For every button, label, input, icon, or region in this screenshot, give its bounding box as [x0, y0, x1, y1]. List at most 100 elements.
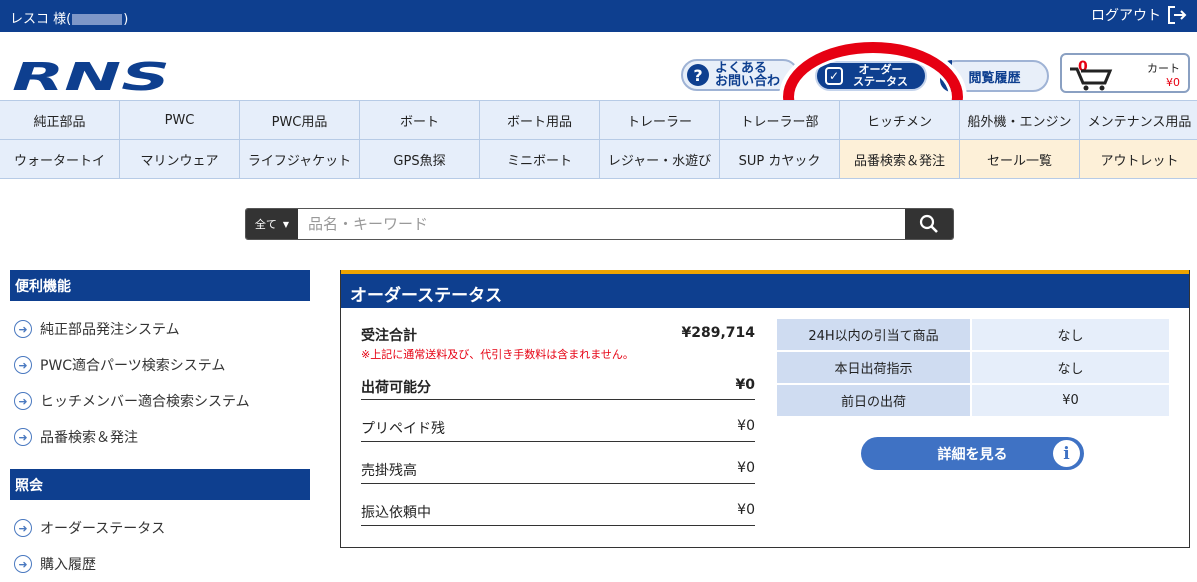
nav-item[interactable]: SUP カヤック	[720, 140, 840, 179]
divider	[361, 525, 755, 526]
question-icon: ?	[687, 64, 709, 86]
balance-label: 振込依頼中	[361, 505, 431, 521]
logout-label: ログアウト	[1091, 8, 1161, 24]
balance-value: ¥0	[737, 460, 755, 476]
balance-row: プリペイド残 ¥0	[361, 418, 755, 438]
user-label: レスコ 様()	[10, 8, 128, 27]
table-value: ¥0	[972, 385, 1169, 416]
divider	[361, 399, 755, 400]
balance-row: 振込依頼中 ¥0	[361, 502, 755, 522]
history-label: 閲覧履歴	[968, 70, 1021, 86]
arrow-right-icon: ➜	[14, 555, 32, 573]
nav-item[interactable]: ミニボート	[480, 140, 600, 179]
search-icon	[919, 214, 938, 233]
sidebar-link-label: 純正部品発注システム	[40, 322, 180, 338]
order-status-label: オーダー ステータス	[853, 63, 908, 88]
cart-button[interactable]: 0 カート ¥0	[1060, 53, 1190, 93]
faq-button[interactable]: ? よくある お問い合わ	[681, 59, 799, 91]
arrow-right-icon: ➜	[14, 392, 32, 410]
nav-item[interactable]: ボート	[360, 101, 480, 140]
balance-value: ¥0	[737, 502, 755, 518]
sidebar-link[interactable]: ➜ オーダーステータス	[14, 510, 310, 546]
nav-item[interactable]: レジャー・水遊び	[600, 140, 720, 179]
table-label: 24H以内の引当て商品	[777, 319, 972, 350]
sidebar-link-label: オーダーステータス	[40, 521, 166, 537]
table-row: 24H以内の引当て商品 なし	[777, 319, 1169, 350]
sidebar-link-label: 品番検索＆発注	[40, 430, 138, 446]
user-name-text: レスコ 様(	[10, 12, 72, 27]
search-category-select[interactable]: 全て ▼	[246, 209, 298, 239]
nav-item[interactable]: ウォータートイ	[0, 140, 120, 179]
redacted-user-id	[72, 14, 123, 25]
nav-item[interactable]: ヒッチメン	[840, 101, 960, 140]
sidebar-list: ➜ オーダーステータス ➜ 購入履歴	[10, 500, 310, 582]
search-category-label: 全て	[254, 218, 277, 231]
order-status-panel: オーダーステータス 受注合計 ¥289,714 ※上記に通常送料及び、代引き手数…	[340, 270, 1190, 548]
shippable-row: 出荷可能分 ¥0	[361, 377, 755, 397]
logout-link[interactable]: ログアウト	[1091, 5, 1187, 25]
search-bar: 全て ▼	[245, 208, 954, 240]
nav-item[interactable]: セール一覧	[960, 140, 1080, 179]
nav-item[interactable]: トレーラー部	[720, 101, 840, 140]
faq-label: よくある お問い合わ	[715, 61, 781, 89]
nav-item[interactable]: マリンウェア	[120, 140, 240, 179]
logout-icon	[1168, 6, 1187, 24]
balance-label: 売掛残高	[361, 463, 417, 479]
table-label: 前日の出荷	[777, 385, 972, 416]
sidebar-link[interactable]: ➜ 品番検索＆発注	[14, 419, 310, 455]
history-button-edge	[940, 60, 952, 92]
balance-label: プリペイド残	[361, 421, 445, 437]
table-value: なし	[972, 352, 1169, 383]
shipping-note: ※上記に通常送料及び、代引き手数料は含まれません。	[361, 348, 634, 361]
search-input[interactable]	[298, 209, 905, 239]
nav-item[interactable]: GPS魚探	[360, 140, 480, 179]
sidebar-link[interactable]: ➜ ヒッチメンバー適合検索システム	[14, 383, 310, 419]
nav-item[interactable]: メンテナンス用品	[1080, 101, 1197, 140]
nav-item[interactable]: 純正部品	[0, 101, 120, 140]
arrow-right-icon: ➜	[14, 320, 32, 338]
nav-item[interactable]: 船外機・エンジン	[960, 101, 1080, 140]
cart-icon	[1070, 67, 1113, 91]
table-row: 前日の出荷 ¥0	[777, 385, 1169, 416]
svg-text:RNS: RNS	[12, 60, 170, 94]
table-row: 本日出荷指示 なし	[777, 352, 1169, 383]
nav-item[interactable]: アウトレット	[1080, 140, 1197, 179]
nav-item[interactable]: 品番検索＆発注	[840, 140, 960, 179]
checkbox-icon: ✓	[825, 67, 843, 85]
table-label: 本日出荷指示	[777, 352, 972, 383]
sidebar-link[interactable]: ➜ 純正部品発注システム	[14, 311, 310, 347]
balance-row: 売掛残高 ¥0	[361, 460, 755, 480]
nav-item[interactable]: PWC用品	[240, 101, 360, 140]
shippable-label: 出荷可能分	[361, 380, 431, 396]
table-value: なし	[972, 319, 1169, 350]
info-icon: i	[1053, 440, 1080, 467]
sidebar-link[interactable]: ➜ PWC適合パーツ検索システム	[14, 347, 310, 383]
sidebar-link-label: ヒッチメンバー適合検索システム	[40, 394, 250, 410]
cart-label: カート	[1147, 62, 1180, 75]
sidebar-link-label: 購入履歴	[40, 557, 96, 573]
arrow-right-icon: ➜	[14, 428, 32, 446]
arrow-right-icon: ➜	[14, 356, 32, 374]
caret-down-icon: ▼	[282, 219, 290, 229]
sidebar-section-title: 便利機能	[10, 270, 310, 301]
cart-total: ¥0	[1166, 76, 1180, 89]
search-button[interactable]	[905, 209, 953, 239]
browsing-history-button[interactable]: 閲覧履歴	[940, 60, 1049, 92]
sidebar: 便利機能 ➜ 純正部品発注システム ➜ PWC適合パーツ検索システム ➜ ヒッチメンバー適合…	[10, 270, 310, 582]
rns-logo[interactable]: RNS	[10, 60, 175, 94]
nav-item[interactable]: ライフジャケット	[240, 140, 360, 179]
category-nav: 純正部品 PWC PWC用品 ボート ボート用品 トレーラー トレーラー部 ヒッチメン 船外機・…	[0, 100, 1197, 179]
top-bar: レスコ 様() ログアウト	[0, 0, 1197, 32]
site-header: RNS ? よくある お問い合わ ✓ オーダー ステータス 閲覧履歴 0 カート…	[0, 32, 1197, 152]
view-details-label: 詳細を見る	[937, 446, 1008, 463]
order-total-value: ¥289,714	[681, 325, 755, 341]
nav-item[interactable]: ボート用品	[480, 101, 600, 140]
order-status-button[interactable]: ✓ オーダー ステータス	[815, 61, 927, 91]
view-details-button[interactable]: 詳細を見る i	[861, 437, 1084, 470]
nav-item[interactable]: PWC	[120, 101, 240, 140]
arrow-right-icon: ➜	[14, 519, 32, 537]
nav-item[interactable]: トレーラー	[600, 101, 720, 140]
divider	[361, 483, 755, 484]
user-name-close: )	[123, 12, 129, 27]
sidebar-link[interactable]: ➜ 購入履歴	[14, 546, 310, 582]
